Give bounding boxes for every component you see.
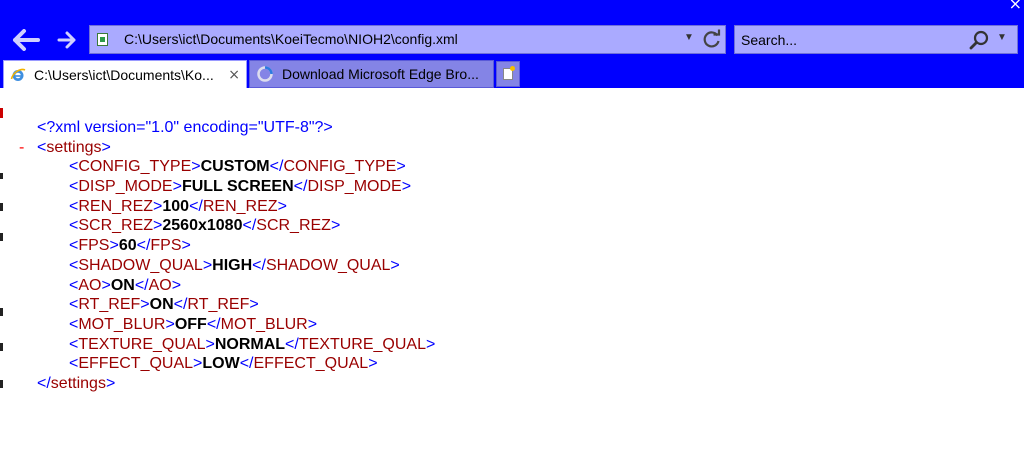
window-close-icon[interactable]: ×: [1009, 0, 1022, 13]
xml-tag-name: DISP_MODE: [307, 178, 402, 196]
edge-loading-icon: [256, 65, 274, 83]
xml-tag-name: AO: [148, 276, 172, 294]
search-dropdown-icon[interactable]: ▼: [997, 32, 1007, 43]
address-dropdown-icon[interactable]: ▼: [684, 32, 694, 43]
xml-value: HIGH: [212, 256, 253, 274]
xml-tag-name: FPS: [78, 237, 110, 255]
refresh-icon[interactable]: [702, 29, 722, 54]
xml-tag-name: SCR_REZ: [256, 217, 331, 235]
xml-value: ON: [149, 296, 174, 314]
xml-value: 60: [118, 237, 137, 255]
xml-tag-name: EFFECT_QUAL: [253, 355, 369, 373]
xml-entries: <CONFIG_TYPE>CUSTOM</CONFIG_TYPE> <DISP_M…: [0, 157, 435, 374]
xml-element-row: <CONFIG_TYPE>CUSTOM</CONFIG_TYPE>: [69, 158, 406, 176]
xml-tag-name: SHADOW_QUAL: [265, 256, 391, 274]
background-window-fragment: [0, 108, 3, 118]
address-bar[interactable]: C:\Users\ict\Documents\KoeiTecmo\NIOH2\c…: [89, 25, 726, 54]
xml-tag-name: FPS: [150, 237, 182, 255]
xml-root-open: - <settings>: [19, 138, 111, 158]
xml-root-close: </settings>: [37, 374, 116, 392]
xml-tag-name: MOT_BLUR: [220, 315, 308, 333]
address-url[interactable]: C:\Users\ict\Documents\KoeiTecmo\NIOH2\c…: [124, 31, 458, 47]
tab-label: C:\Users\ict\Documents\Ko...: [34, 66, 214, 83]
search-icon[interactable]: [969, 30, 991, 55]
xml-tag-name: REN_REZ: [202, 197, 278, 215]
new-tab-icon: [503, 66, 515, 80]
xml-tag-name: RT_REF: [187, 296, 250, 314]
xml-value: 100: [162, 197, 190, 215]
xml-element-row: <EFFECT_QUAL>LOW</EFFECT_QUAL>: [69, 355, 378, 373]
forward-arrow-icon: [57, 31, 76, 49]
tab-download-edge[interactable]: Download Microsoft Edge Bro...: [249, 60, 494, 88]
xml-value: NORMAL: [214, 335, 286, 353]
xml-tag-name: TEXTURE_QUAL: [298, 335, 426, 353]
xml-tag-name: REN_REZ: [78, 197, 154, 215]
xml-value: CUSTOM: [200, 158, 270, 176]
xml-element-row: <MOT_BLUR>OFF</MOT_BLUR>: [69, 315, 318, 333]
tab-label: Download Microsoft Edge Bro...: [282, 66, 479, 82]
xml-value: OFF: [174, 315, 207, 333]
xml-tag-name: EFFECT_QUAL: [78, 355, 194, 373]
xml-tag-name: DISP_MODE: [78, 178, 173, 196]
xml-tag-name: RT_REF: [78, 296, 141, 314]
xml-value: LOW: [202, 355, 240, 373]
xml-element-row: <DISP_MODE>FULL SCREEN</DISP_MODE>: [69, 178, 412, 196]
tab-config-xml[interactable]: C:\Users\ict\Documents\Ko... ×: [3, 60, 247, 88]
search-input[interactable]: [741, 30, 961, 49]
back-arrow-icon: [13, 29, 40, 51]
xml-viewer: <?xml version="1.0" encoding="UTF-8"?> -…: [0, 118, 435, 394]
xml-tag-name: CONFIG_TYPE: [283, 158, 397, 176]
search-box[interactable]: ▼: [734, 25, 1018, 54]
tab-close-icon[interactable]: ×: [228, 67, 240, 83]
xml-declaration: <?xml version="1.0" encoding="UTF-8"?>: [37, 119, 333, 136]
xml-element-row: <TEXTURE_QUAL>NORMAL</TEXTURE_QUAL>: [69, 335, 436, 353]
xml-tag-name: CONFIG_TYPE: [78, 158, 192, 176]
ie-icon: [10, 67, 26, 83]
page-icon: [97, 33, 108, 46]
browser-chrome: × C:\Users\ict\Documents\KoeiTecmo\NIOH2…: [0, 0, 1024, 88]
xml-tag-name: SCR_REZ: [78, 217, 154, 235]
new-tab-button[interactable]: [496, 61, 520, 87]
xml-tag-name: MOT_BLUR: [78, 315, 166, 333]
xml-tag-name: SHADOW_QUAL: [78, 256, 203, 274]
xml-value: FULL SCREEN: [181, 178, 294, 196]
xml-value: 2560x1080: [162, 217, 243, 235]
xml-element-row: <SCR_REZ>2560x1080</SCR_REZ>: [69, 217, 341, 235]
xml-element-row: <REN_REZ>100</REN_REZ>: [69, 197, 287, 215]
forward-button[interactable]: [52, 26, 82, 54]
xml-tag-name: TEXTURE_QUAL: [78, 335, 206, 353]
xml-element-row: <SHADOW_QUAL>HIGH</SHADOW_QUAL>: [69, 256, 400, 274]
xml-element-row: <RT_REF>ON</RT_REF>: [69, 296, 259, 314]
xml-tag-name: AO: [78, 276, 102, 294]
xml-element-row: <AO>ON</AO>: [69, 276, 182, 294]
xml-value: ON: [110, 276, 135, 294]
xml-element-row: <FPS>60</FPS>: [69, 237, 191, 255]
collapse-toggle[interactable]: -: [19, 138, 24, 158]
back-button[interactable]: [8, 26, 44, 54]
